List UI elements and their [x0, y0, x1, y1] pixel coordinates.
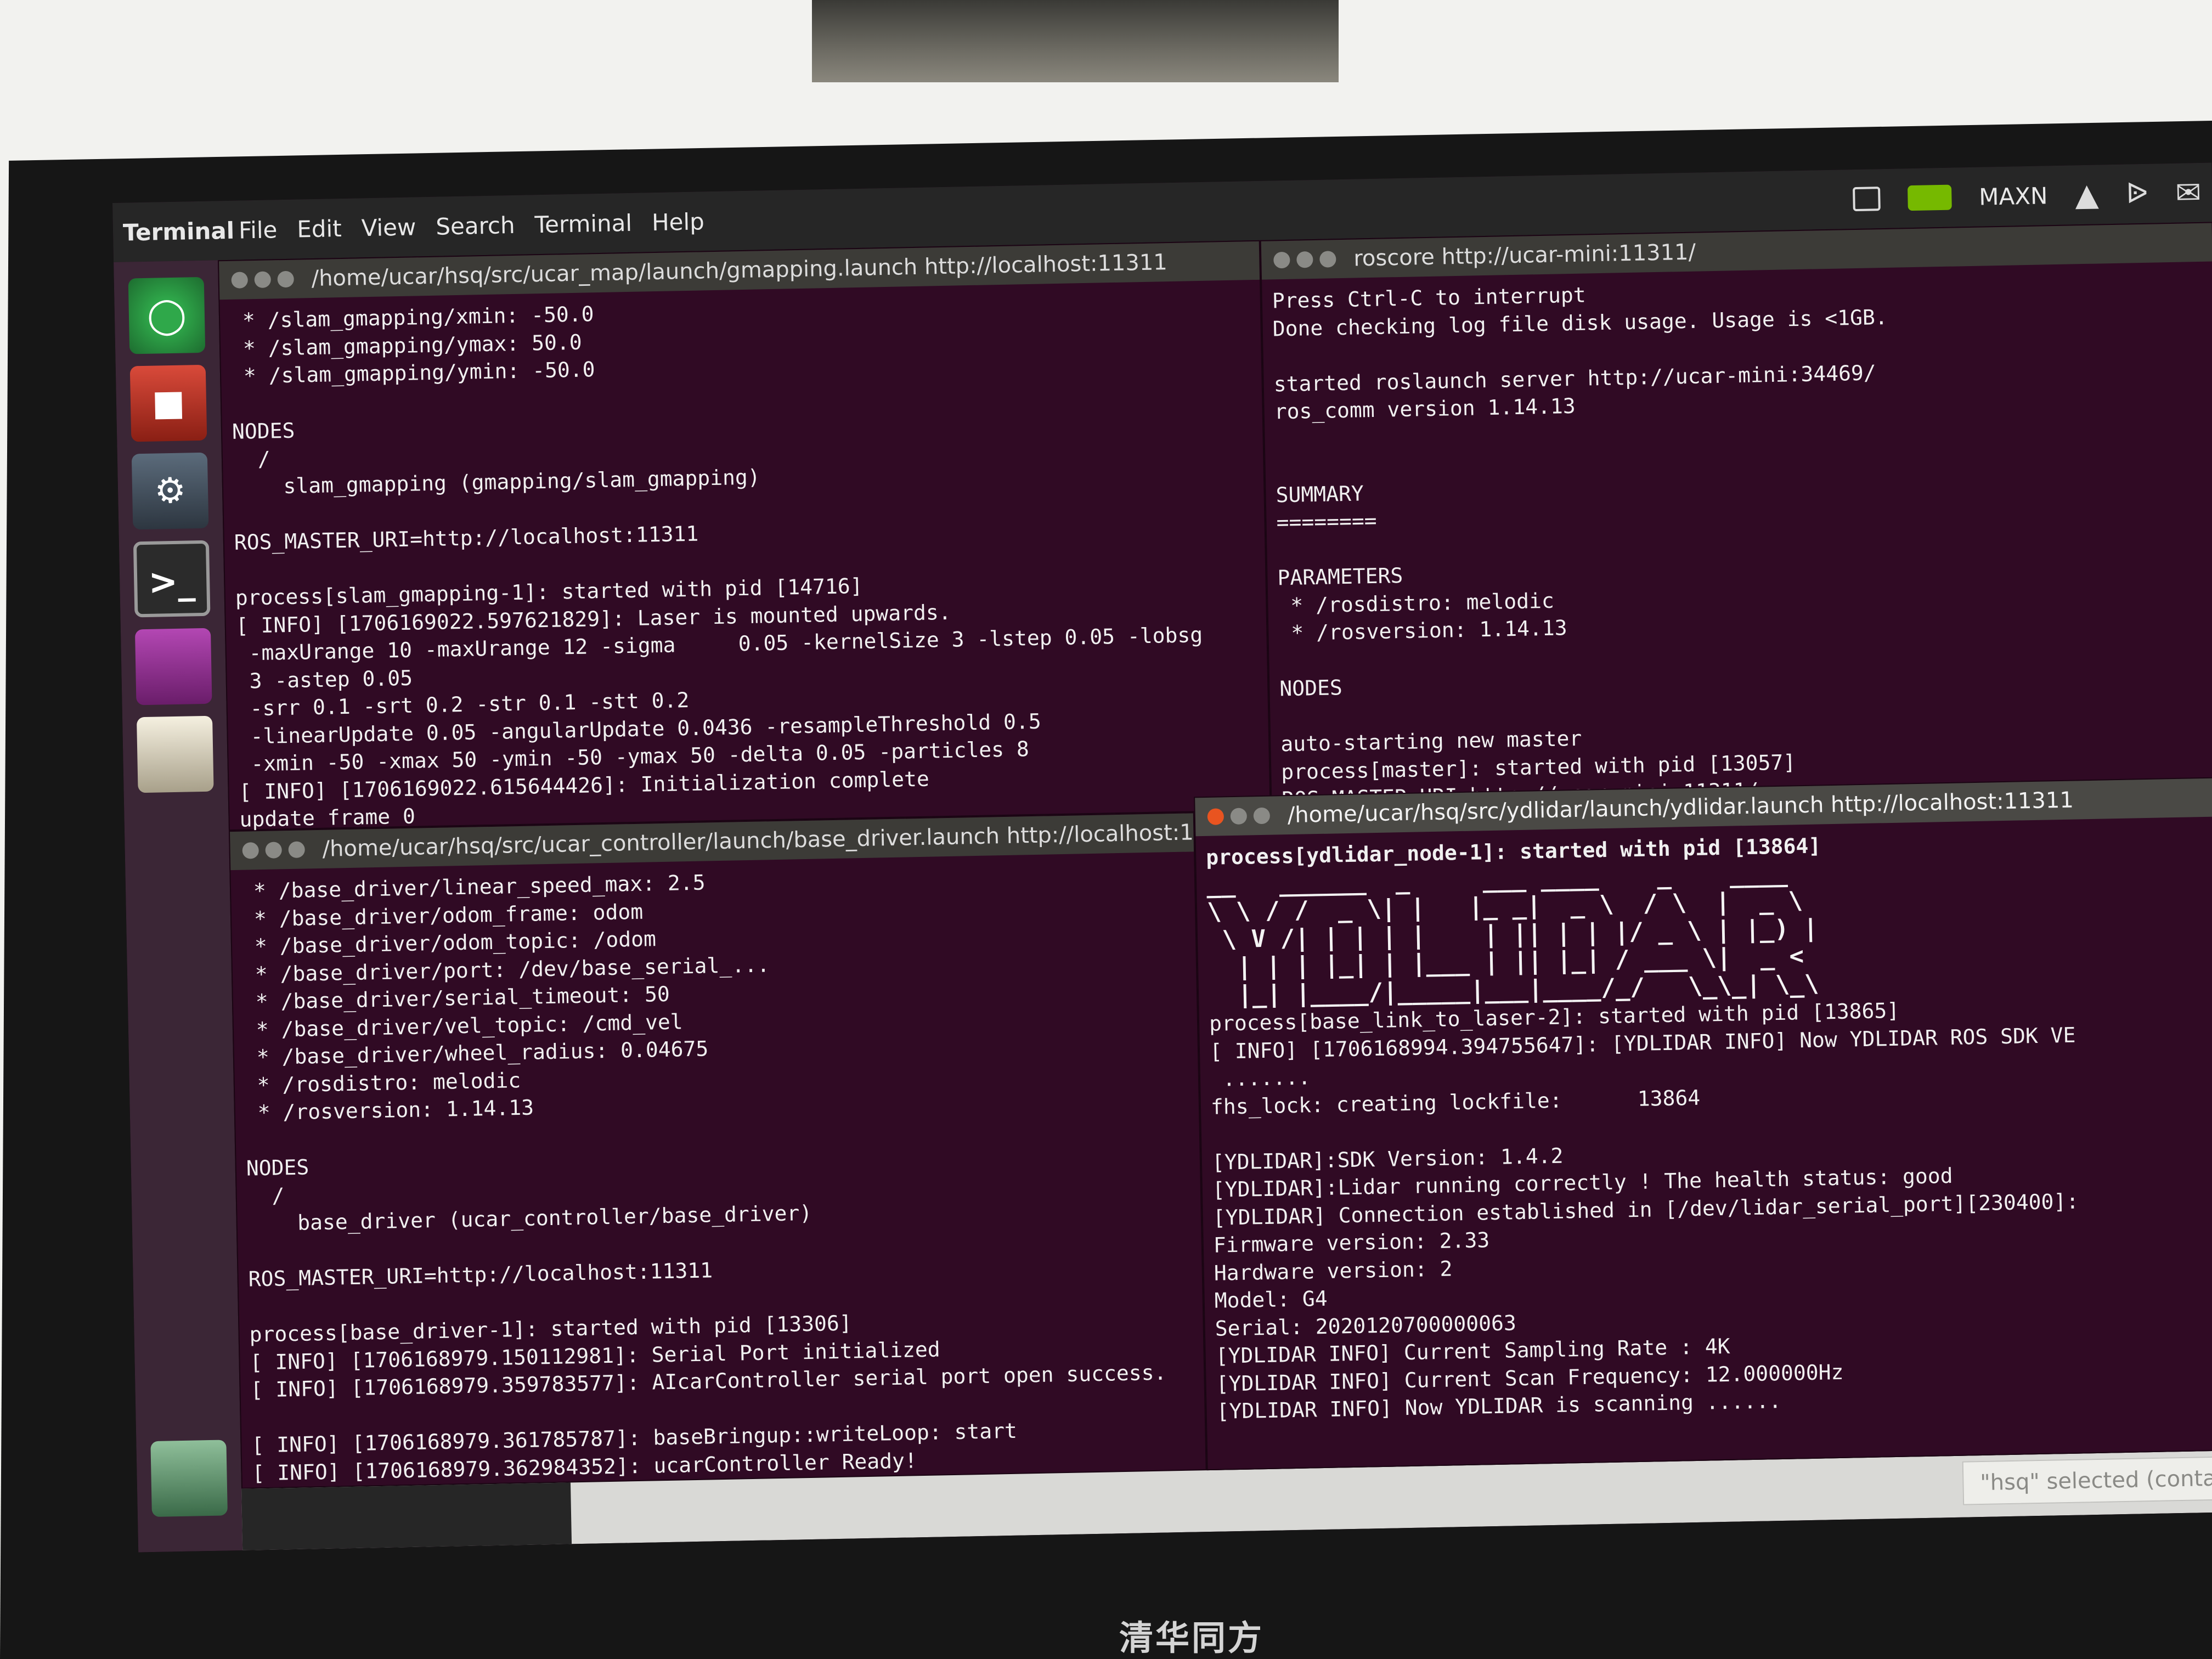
app-name: Terminal	[122, 217, 235, 246]
menu-view[interactable]: View	[361, 213, 416, 241]
minimize-icon[interactable]	[1296, 251, 1313, 268]
launcher-terminal-icon[interactable]: >_	[133, 540, 211, 618]
monitor-brand-logo: 清华同方	[1119, 1618, 1265, 1658]
terminal-gmapping[interactable]: /home/ucar/hsq/src/ucar_map/launch/gmapp…	[218, 240, 1271, 859]
launcher-drive-icon[interactable]	[137, 715, 214, 793]
bluetooth-icon[interactable]: ᐉ	[2126, 177, 2148, 211]
launcher-settings-icon[interactable]: ⚙	[131, 452, 209, 530]
minimize-icon[interactable]	[254, 271, 272, 289]
screen: Terminal File Edit View Search Terminal …	[112, 162, 2212, 1553]
mail-icon[interactable]: ✉	[2175, 174, 2202, 211]
bottom-strip-dark	[241, 1482, 572, 1550]
terminal-ydlidar[interactable]: /home/ucar/hsq/src/ydlidar/launch/ydlida…	[1194, 777, 2212, 1471]
menu-help[interactable]: Help	[652, 208, 705, 236]
wifi-icon[interactable]: ▲	[2075, 177, 2099, 213]
menu-file[interactable]: File	[239, 216, 278, 244]
minimize-icon[interactable]	[1230, 808, 1248, 825]
background-window	[812, 0, 1339, 82]
system-tray: MAXN ▲ ᐉ ✉	[1852, 163, 2202, 229]
terminal-output[interactable]: * /slam_gmapping/xmin: -50.0 * /slam_gma…	[219, 280, 1271, 869]
menu-terminal[interactable]: Terminal	[534, 209, 632, 238]
menu-edit[interactable]: Edit	[297, 215, 342, 242]
terminal-base-driver[interactable]: /home/ucar/hsq/src/ucar_controller/launc…	[229, 812, 1207, 1513]
maximize-icon[interactable]	[288, 841, 305, 859]
close-icon[interactable]	[1273, 251, 1290, 269]
terminal-output[interactable]: Press Ctrl-C to interrupt Done checking …	[1262, 262, 2212, 822]
launcher-trash-icon[interactable]	[150, 1440, 228, 1517]
terminal-output[interactable]: process[ydlidar_node-1]: started with pi…	[1196, 816, 2212, 1451]
maximize-icon[interactable]	[1319, 251, 1336, 268]
ydlidar-ascii-logo: __ ______ _ ___ ____ _ ____ \ \ / / _ \|…	[1206, 859, 1819, 1009]
maximize-icon[interactable]	[277, 270, 295, 288]
minimize-icon[interactable]	[265, 842, 282, 859]
launcher-app-icon[interactable]	[134, 628, 212, 706]
close-icon[interactable]	[1207, 808, 1224, 825]
terminal-output[interactable]: * /base_driver/linear_speed_max: 2.5 * /…	[230, 851, 1206, 1522]
ydlidar-log: process[base_link_to_laser-2]: started w…	[1209, 998, 2079, 1424]
close-icon[interactable]	[231, 272, 249, 289]
nvidia-icon[interactable]	[1907, 184, 1952, 211]
launcher-files-icon[interactable]: ■	[129, 364, 207, 442]
power-mode-label[interactable]: MAXN	[1979, 182, 2048, 210]
close-icon[interactable]	[242, 842, 259, 859]
terminal-title: roscore http://ucar-mini:11311/	[1353, 239, 1696, 272]
keyboard-icon[interactable]	[1852, 187, 1881, 212]
launcher-chromium-icon[interactable]: ◯	[128, 276, 206, 354]
terminal-roscore[interactable]: roscore http://ucar-mini:11311/ Press Ct…	[1260, 222, 2212, 811]
selection-status: "hsq" selected (contai	[1962, 1456, 2212, 1505]
maximize-icon[interactable]	[1253, 807, 1271, 825]
menu-search[interactable]: Search	[436, 211, 515, 240]
